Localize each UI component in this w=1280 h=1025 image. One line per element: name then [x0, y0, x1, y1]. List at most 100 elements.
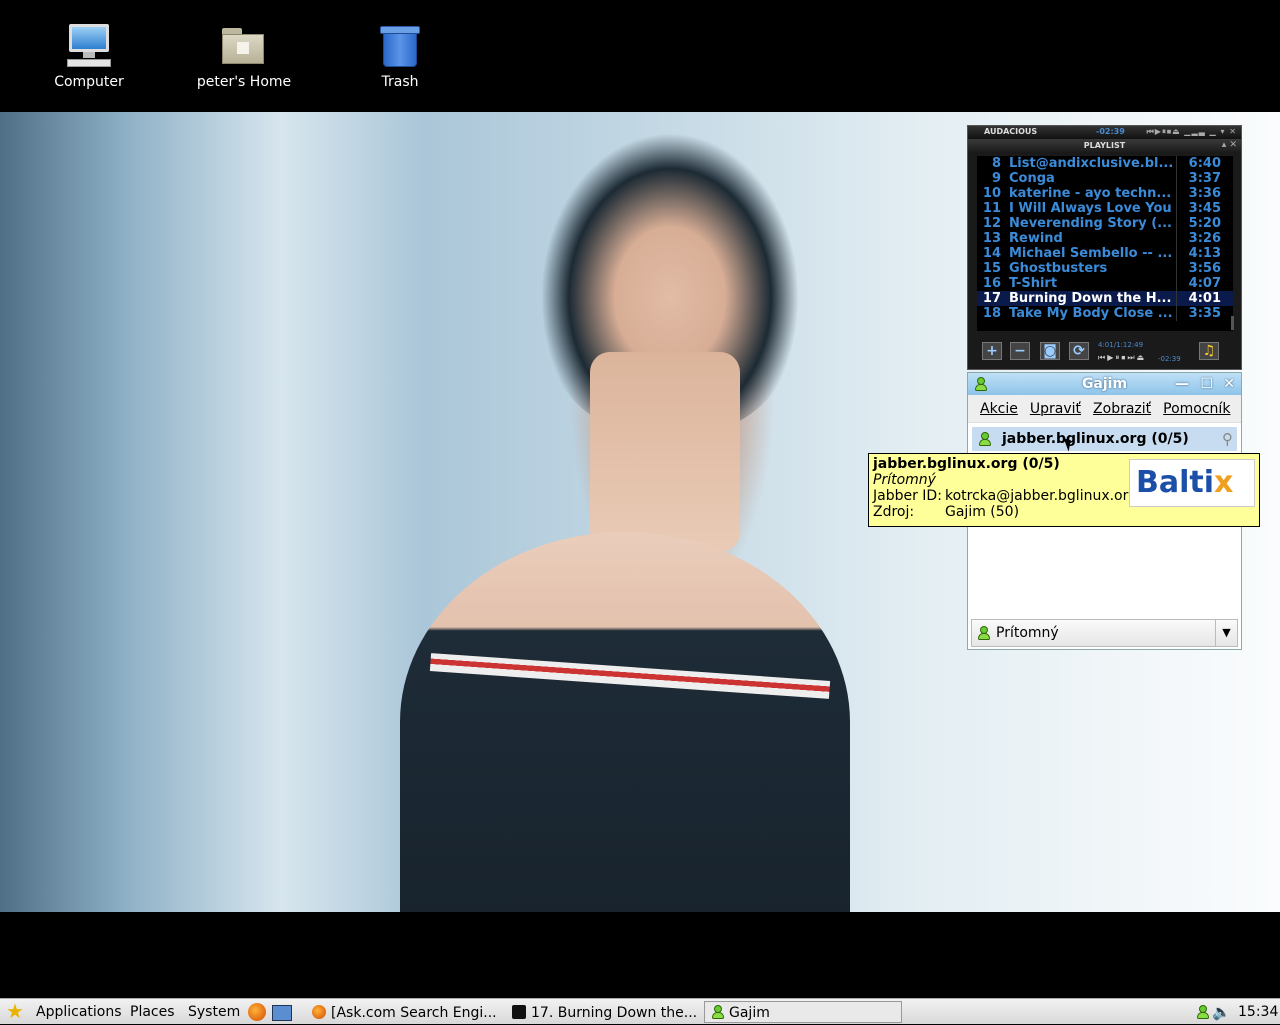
playlist-row[interactable]: 11 I Will Always Love You 3:45 [977, 201, 1233, 216]
tooltip-jid: kotrcka@jabber.bglinux.org [945, 488, 1138, 504]
tooltip-resource-label: Zdroj: [873, 504, 915, 520]
track-duration: 3:56 [1188, 261, 1221, 276]
track-title: katerine - ayo techn... [1007, 186, 1177, 201]
task-gajim[interactable]: Gajim [704, 1001, 902, 1023]
account-tooltip: jabber.bglinux.org (0/5) Prítomný Jabber… [868, 453, 1260, 527]
playlist-title: PLAYLIST [1083, 141, 1126, 150]
playlist-row[interactable]: 13 Rewind 3:26 [977, 231, 1233, 246]
close-icon[interactable]: ✕ [1223, 373, 1235, 395]
track-duration: 3:45 [1188, 201, 1221, 216]
track-number: 17 [982, 291, 1001, 306]
home-folder-icon [220, 22, 268, 70]
playlist-titlebar[interactable]: PLAYLIST ▴ ✕ [968, 139, 1241, 152]
gajim-menubar: Akcie Upraviť Zobraziť Pomocník [968, 395, 1241, 423]
audacious-mini-time: -02:39 [1096, 127, 1125, 136]
track-number: 9 [991, 171, 1001, 186]
track-number: 18 [982, 306, 1001, 321]
track-title: Burning Down the H... [1007, 291, 1177, 306]
track-number: 16 [982, 276, 1001, 291]
gajim-titlebar[interactable]: Gajim — ☐ ✕ [968, 373, 1241, 395]
monitor-launcher-icon[interactable] [272, 1005, 292, 1021]
playlist-row[interactable]: 9 Conga 3:37 [977, 171, 1233, 186]
track-duration: 4:07 [1188, 276, 1221, 291]
trash-icon [376, 22, 424, 70]
audacious-mini-controls[interactable]: ⏮▶⏸⏹⏏ ▁▂▃ ▁ ▾ ✕ [1147, 127, 1237, 137]
track-title: Rewind [1007, 231, 1177, 246]
playlist-misc-button[interactable]: ⟳ [1069, 342, 1089, 360]
playlist-select-button[interactable]: ◙ [1040, 342, 1060, 360]
volume-icon[interactable]: 🔈 [1212, 999, 1231, 1025]
playlist[interactable]: 8 List@andixclusive.bl... 6:40 9 Conga 3:37 10… [977, 156, 1233, 331]
chevron-down-icon[interactable]: ▼ [1215, 620, 1237, 646]
search-icon[interactable]: ⚲ [1222, 427, 1233, 451]
firefox-icon [312, 1005, 326, 1019]
track-number: 12 [982, 216, 1001, 231]
status-label: Prítomný [996, 625, 1059, 641]
playlist-remove-button[interactable]: − [1010, 342, 1030, 360]
desktop-icon-trash[interactable]: Trash [345, 22, 455, 90]
playlist-row[interactable]: 17 Burning Down the H... 4:01 [977, 291, 1233, 306]
playlist-row[interactable]: 8 List@andixclusive.bl... 6:40 [977, 156, 1233, 171]
menu-akcie[interactable]: Akcie [980, 401, 1018, 417]
playlist-row[interactable]: 15 Ghostbusters 3:56 [977, 261, 1233, 276]
track-number: 11 [982, 201, 1001, 216]
menu-places[interactable]: Places [130, 999, 175, 1025]
track-duration: 3:35 [1188, 306, 1221, 321]
account-row[interactable]: jabber.bglinux.org (0/5) ⚲ [972, 427, 1237, 451]
task-audacious[interactable]: 17. Burning Down the... [506, 1001, 702, 1023]
playlist-list-button[interactable]: ♫ [1199, 342, 1219, 360]
playlist-scrollbar[interactable] [1231, 316, 1234, 330]
playlist-row[interactable]: 14 Michael Sembello -- ... 4:13 [977, 246, 1233, 261]
bottom-panel: ★ Applications Places System [Ask.com Se… [0, 998, 1280, 1024]
menu-system[interactable]: System [188, 999, 240, 1025]
track-title: Conga [1007, 171, 1177, 186]
desktop-icon-home[interactable]: peter's Home [189, 22, 299, 90]
task-label: Gajim [729, 1005, 770, 1021]
desktop-icon-label: Trash [381, 74, 419, 90]
task-label: [Ask.com Search Engi... [331, 1005, 497, 1021]
desktop-icon-label: Computer [54, 74, 124, 90]
track-duration: 4:01 [1188, 291, 1221, 306]
track-title: Ghostbusters [1007, 261, 1177, 276]
track-number: 8 [991, 156, 1001, 171]
playlist-row[interactable]: 18 Take My Body Close ... 3:35 [977, 306, 1233, 321]
track-title: Take My Body Close ... [1007, 306, 1177, 321]
wallpaper-shoulders [400, 532, 850, 912]
task-firefox[interactable]: [Ask.com Search Engi... [306, 1001, 502, 1023]
track-duration: 6:40 [1188, 156, 1221, 171]
gajim-app-icon [974, 377, 988, 391]
playlist-row[interactable]: 12 Neverending Story (... 5:20 [977, 216, 1233, 231]
audacious-title: AUDACIOUS [984, 127, 1038, 136]
playlist-time-info: 4:01/1:12:49 [1098, 341, 1144, 349]
tooltip-jid-label: Jabber ID: [873, 488, 942, 504]
playlist-row[interactable]: 16 T-Shirt 4:07 [977, 276, 1233, 291]
desktop-icon-label: peter's Home [196, 74, 292, 90]
menu-applications[interactable]: Applications [36, 999, 122, 1025]
task-label: 17. Burning Down the... [531, 1005, 698, 1021]
playlist-window-controls[interactable]: ▴ ✕ [1222, 140, 1237, 150]
desktop-icon-computer[interactable]: Computer [34, 22, 144, 90]
playlist-add-button[interactable]: + [982, 342, 1002, 360]
gajim-tray-icon[interactable] [1196, 1005, 1210, 1019]
firefox-launcher-icon[interactable] [248, 1003, 266, 1021]
track-number: 10 [982, 186, 1001, 201]
menu-pomocnik[interactable]: Pomocník [1163, 401, 1230, 417]
menu-upravit[interactable]: Upraviť [1030, 401, 1081, 417]
track-number: 13 [982, 231, 1001, 246]
track-duration: 4:13 [1188, 246, 1221, 261]
playlist-bottom-bar: + − ◙ ⟳ 4:01/1:12:49 ⏮▶⏸⏹⏭⏏ -02:39 ♫ [968, 338, 1241, 368]
audacious-window: AUDACIOUS -02:39 ⏮▶⏸⏹⏏ ▁▂▃ ▁ ▾ ✕ PLAYLIS… [967, 125, 1242, 370]
track-title: T-Shirt [1007, 276, 1177, 291]
audacious-titlebar[interactable]: AUDACIOUS -02:39 ⏮▶⏸⏹⏏ ▁▂▃ ▁ ▾ ✕ [968, 126, 1241, 139]
track-duration: 3:36 [1188, 186, 1221, 201]
playlist-row[interactable]: 10 katerine - ayo techn... 3:36 [977, 186, 1233, 201]
playlist-transport-controls[interactable]: ⏮▶⏸⏹⏭⏏ [1098, 353, 1146, 363]
track-title: List@andixclusive.bl... [1007, 156, 1177, 171]
status-selector[interactable]: Prítomný ▼ [971, 619, 1238, 647]
maximize-icon[interactable]: ☐ [1200, 373, 1213, 395]
minimize-icon[interactable]: — [1175, 373, 1189, 395]
online-status-icon [978, 432, 992, 446]
clock[interactable]: 15:34 [1238, 999, 1278, 1025]
track-duration: 3:26 [1188, 231, 1221, 246]
menu-zobrazit[interactable]: Zobraziť [1093, 401, 1151, 417]
